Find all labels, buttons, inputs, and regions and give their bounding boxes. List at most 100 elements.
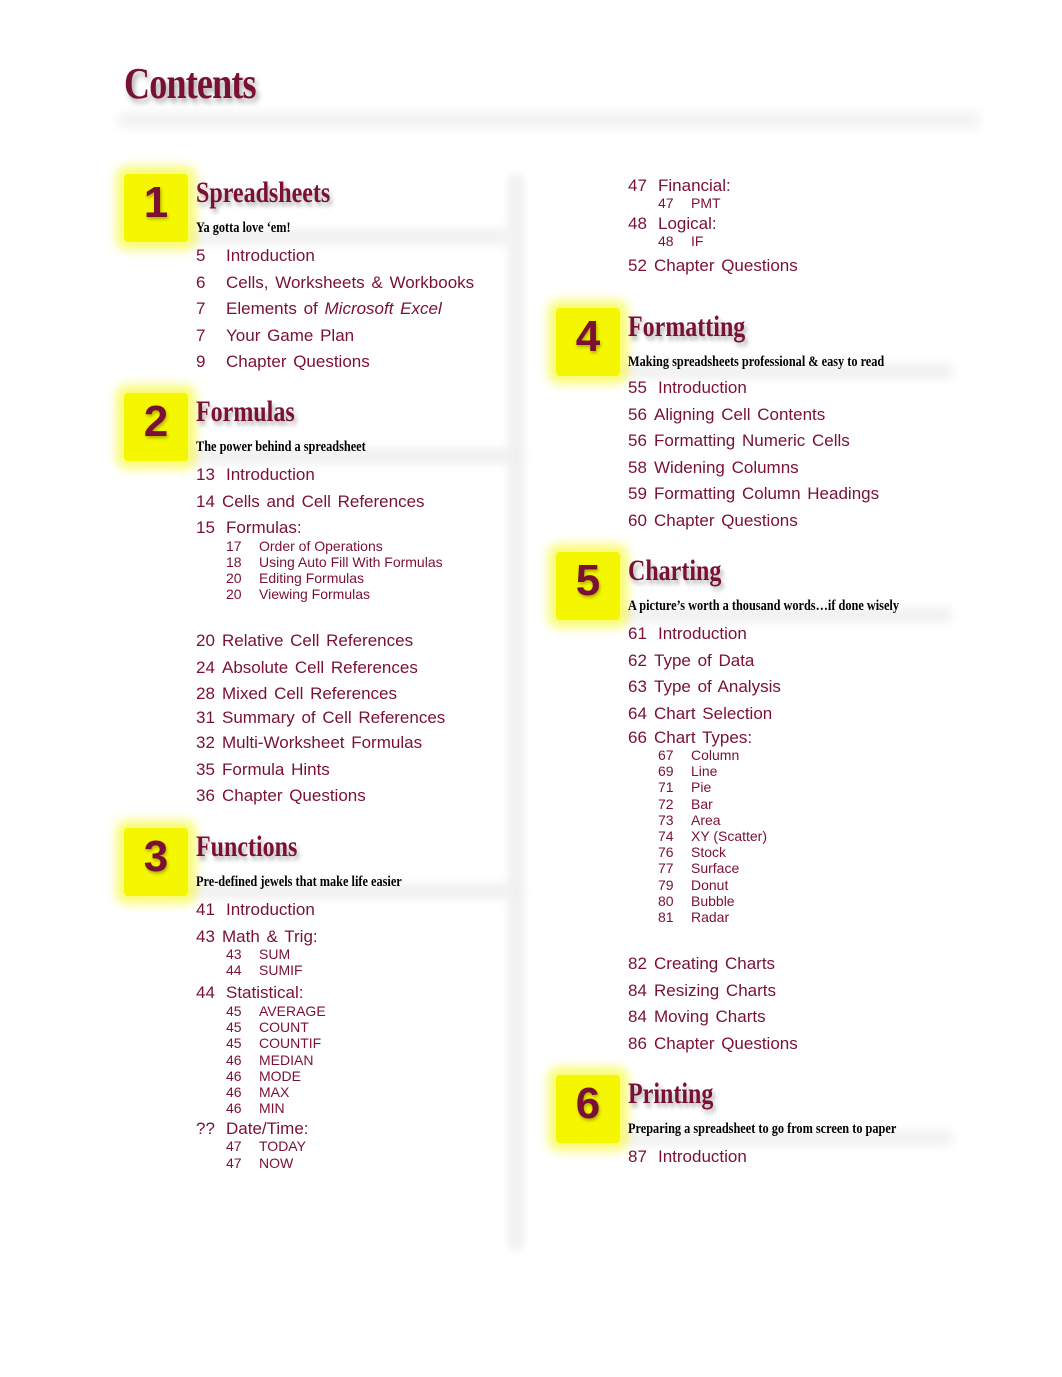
page-number: 47	[658, 195, 674, 211]
column-divider	[508, 175, 524, 1250]
chapter-title[interactable]: Printing	[628, 1077, 713, 1111]
toc-subentry[interactable]: 46 MODE	[226, 1068, 326, 1084]
subentry-label: Radar	[691, 909, 730, 926]
chapter-title[interactable]: Functions	[196, 830, 297, 864]
chapter-subtitle: Pre-defined jewels that make life easier	[196, 874, 402, 890]
page-number: 7	[196, 299, 206, 318]
toc-entry[interactable]: 6 Cells, Worksheets & Workbooks	[196, 270, 474, 297]
toc-subentry[interactable]: 20 Viewing Formulas	[226, 586, 445, 602]
toc-subentry[interactable]: 67 Column	[658, 747, 798, 763]
page-number: 76	[658, 844, 674, 861]
page-number: 86	[628, 1033, 647, 1053]
entry-label: Multi-Worksheet Formulas	[222, 733, 423, 753]
page-number: 45	[226, 1002, 242, 1019]
toc-subentry[interactable]: 18 Using Auto Fill With Formulas	[226, 554, 445, 570]
toc-entry[interactable]: 87 Introduction	[628, 1144, 747, 1171]
toc-entry[interactable]: 35 Formula Hints	[196, 757, 445, 784]
toc-entry[interactable]: 60 Chapter Questions	[628, 508, 879, 535]
toc-entry[interactable]: 61 Introduction	[628, 621, 798, 648]
chapter-title[interactable]: Formulas	[196, 395, 295, 429]
page-number: 87	[628, 1147, 647, 1166]
toc-subentry[interactable]: 20 Editing Formulas	[226, 570, 445, 586]
toc-entry[interactable]: 64 Chart Selection	[628, 701, 798, 728]
toc-subentry[interactable]: 72 Bar	[658, 796, 798, 812]
toc-subentry[interactable]: 44 SUMIF	[226, 962, 326, 978]
page-number: 46	[226, 1100, 242, 1117]
page-number: 69	[658, 763, 674, 780]
toc-entry[interactable]: 59 Formatting Column Headings	[628, 481, 879, 508]
chapter-number: 6	[575, 1079, 601, 1128]
toc-entry[interactable]: 47 Financial:	[628, 175, 798, 197]
toc-entry[interactable]: 9 Chapter Questions	[196, 349, 474, 374]
toc-entry[interactable]: 13 Introduction	[196, 462, 445, 489]
toc-entry[interactable]: 5 Introduction	[196, 243, 474, 270]
toc-subentry[interactable]: 81 Radar	[658, 909, 798, 925]
toc-subentry[interactable]: 74 XY (Scatter)	[658, 828, 798, 844]
toc-entry[interactable]: 48 Logical:	[628, 213, 798, 235]
chapter-subtitle: Preparing a spreadsheet to go from scree…	[628, 1121, 897, 1137]
toc-subentry[interactable]: 46 MEDIAN	[226, 1052, 326, 1068]
toc-entry[interactable]: 7 Elements of Microsoft Excel	[196, 296, 474, 323]
subentry-label: MEDIAN	[259, 1051, 314, 1068]
toc-entry[interactable]: 31 Summary of Cell References	[196, 706, 445, 730]
toc-subentry[interactable]: 73 Area	[658, 812, 798, 828]
toc-subentry[interactable]: 45 COUNTIF	[226, 1035, 326, 1051]
toc-entry[interactable]: 66 Chart Types:	[628, 727, 798, 749]
page-number: 46	[226, 1083, 242, 1100]
entry-label: Introduction	[658, 378, 747, 397]
toc-entry[interactable]: 36 Chapter Questions	[196, 783, 445, 810]
entry-label: Statistical:	[226, 983, 304, 1003]
toc-entry[interactable]: 56 Aligning Cell Contents	[628, 402, 879, 429]
toc-entry[interactable]: 62 Type of Data	[628, 648, 798, 675]
entry-label: Chapter Questions	[222, 786, 366, 806]
page-number: 14	[196, 491, 215, 511]
entry-label: Date/Time:	[226, 1119, 309, 1139]
toc-entry[interactable]: 41 Introduction	[196, 897, 326, 924]
toc-subentry[interactable]: 71 Pie	[658, 779, 798, 795]
page-number: 17	[226, 537, 242, 554]
toc-subentry[interactable]: 47 TODAY	[226, 1138, 326, 1154]
chapter-subtitle: Ya gotta love ‘em!	[196, 220, 291, 236]
toc-subentry[interactable]: 46 MIN	[226, 1100, 326, 1116]
toc-subentry[interactable]: 79 Donut	[658, 877, 798, 893]
toc-subentry[interactable]: 80 Bubble	[658, 893, 798, 909]
toc-entry[interactable]: ?? Date/Time:	[196, 1118, 326, 1140]
toc-entry[interactable]: 7 Your Game Plan	[196, 323, 474, 350]
toc-subentry[interactable]: 45 COUNT	[226, 1019, 326, 1035]
toc-entry[interactable]: 82 Creating Charts	[628, 951, 798, 978]
chapter-title[interactable]: Charting	[628, 554, 721, 588]
subentry-label: TODAY	[259, 1138, 306, 1155]
toc-subentry[interactable]: 48 IF	[658, 233, 798, 249]
toc-entry[interactable]: 86 Chapter Questions	[628, 1031, 798, 1058]
toc-entry[interactable]: 52 Chapter Questions	[628, 253, 798, 280]
toc-subentry[interactable]: 69 Line	[658, 763, 798, 779]
toc-subentry[interactable]: 47 NOW	[226, 1155, 326, 1171]
toc-entry[interactable]: 20 Relative Cell References	[196, 628, 445, 655]
chapter-title[interactable]: Formatting	[628, 310, 745, 344]
toc-subentry[interactable]: 47 PMT	[658, 195, 798, 211]
toc-entry[interactable]: 84 Moving Charts	[628, 1004, 798, 1031]
page-number: 58	[628, 457, 647, 477]
toc-entry[interactable]: 63 Type of Analysis	[628, 674, 798, 701]
toc-entry[interactable]: 32 Multi-Worksheet Formulas	[196, 730, 445, 757]
entry-label: Elements of	[226, 299, 325, 318]
toc-subentry[interactable]: 76 Stock	[658, 844, 798, 860]
toc-subentry[interactable]: 77 Surface	[658, 860, 798, 876]
entry-label: Resizing Charts	[654, 980, 776, 1000]
page-number: 67	[658, 747, 674, 763]
toc-entry[interactable]: 84 Resizing Charts	[628, 978, 798, 1005]
subentry-label: Column	[691, 747, 740, 763]
toc-entry[interactable]: 28 Mixed Cell References	[196, 681, 445, 706]
subentry-label: COUNT	[259, 1019, 309, 1036]
toc-subentry[interactable]: 46 MAX	[226, 1084, 326, 1100]
chapter-title[interactable]: Spreadsheets	[196, 176, 330, 210]
toc-entry[interactable]: 58 Widening Columns	[628, 455, 879, 482]
toc-entry[interactable]: 14 Cells and Cell References	[196, 489, 445, 516]
toc-entry[interactable]: 55 Introduction	[628, 375, 879, 402]
toc-entry[interactable]: 24 Absolute Cell References	[196, 655, 445, 682]
toc-subentry[interactable]: 45 AVERAGE	[226, 1003, 326, 1019]
toc-entry[interactable]: 56 Formatting Numeric Cells	[628, 428, 879, 455]
toc-subentry[interactable]: 17 Order of Operations	[226, 538, 445, 554]
subentry-label: SUMIF	[259, 962, 303, 979]
subentry-label: Surface	[691, 860, 740, 877]
